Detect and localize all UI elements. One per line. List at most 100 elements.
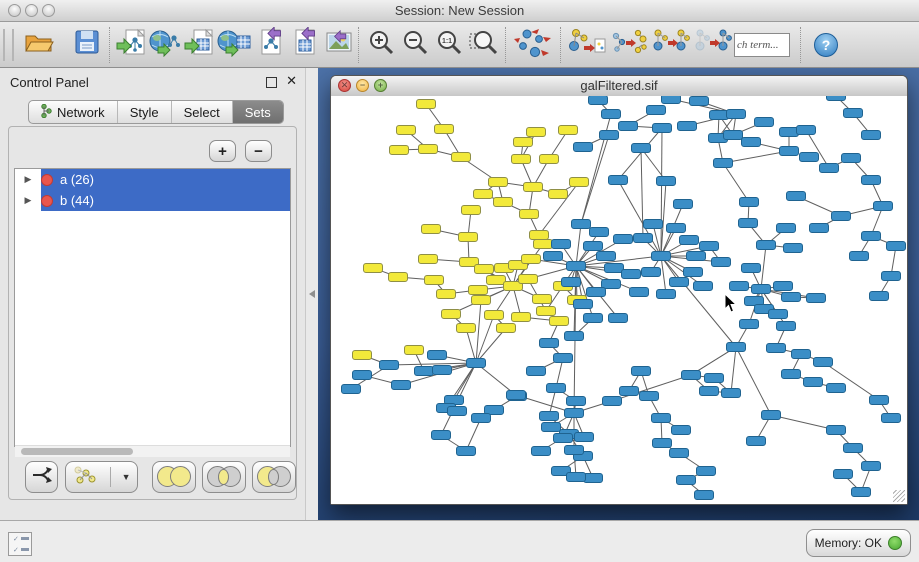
- graph-node[interactable]: [448, 407, 467, 416]
- graph-node[interactable]: [547, 384, 566, 393]
- graph-node[interactable]: [862, 462, 881, 471]
- toolbar-drag-handle[interactable]: [3, 29, 14, 61]
- graph-node[interactable]: [353, 351, 372, 360]
- difference-sets-button[interactable]: [252, 461, 296, 493]
- select-all-button[interactable]: [650, 27, 692, 63]
- graph-node[interactable]: [527, 128, 546, 137]
- graph-node[interactable]: [609, 314, 628, 323]
- graph-node[interactable]: [497, 324, 516, 333]
- sets-horizontal-scrollbar[interactable]: [15, 445, 290, 457]
- graph-node[interactable]: [667, 224, 686, 233]
- graph-node[interactable]: [437, 290, 456, 299]
- export-table-button[interactable]: [285, 27, 319, 63]
- add-set-button[interactable]: +: [209, 140, 236, 162]
- graph-node[interactable]: [712, 258, 731, 267]
- graph-node[interactable]: [572, 220, 591, 229]
- graph-node[interactable]: [755, 118, 774, 127]
- graph-node[interactable]: [389, 273, 408, 282]
- graph-node[interactable]: [567, 262, 586, 271]
- import-network-file-button[interactable]: [115, 27, 149, 63]
- graph-node[interactable]: [842, 154, 861, 163]
- network-view[interactable]: [331, 96, 907, 504]
- graph-node[interactable]: [742, 264, 761, 273]
- graph-node[interactable]: [415, 367, 434, 376]
- tab-network[interactable]: Network: [29, 101, 118, 123]
- close-panel-icon[interactable]: ✕: [286, 73, 297, 89]
- graph-node[interactable]: [727, 343, 746, 352]
- graph-edge[interactable]: [731, 347, 736, 393]
- graph-node[interactable]: [694, 282, 713, 291]
- graph-node[interactable]: [392, 381, 411, 390]
- graph-node[interactable]: [570, 178, 589, 187]
- graph-node[interactable]: [574, 143, 593, 152]
- graph-node[interactable]: [850, 252, 869, 261]
- graph-node[interactable]: [428, 351, 447, 360]
- graph-node[interactable]: [820, 164, 839, 173]
- graph-node[interactable]: [532, 447, 551, 456]
- graph-node[interactable]: [457, 447, 476, 456]
- graph-node[interactable]: [870, 292, 889, 301]
- graph-node[interactable]: [630, 288, 649, 297]
- graph-edge[interactable]: [723, 163, 749, 202]
- graph-node[interactable]: [844, 444, 863, 453]
- graph-node[interactable]: [678, 122, 697, 131]
- graph-node[interactable]: [780, 128, 799, 137]
- graph-node[interactable]: [769, 310, 788, 319]
- graph-node[interactable]: [670, 278, 689, 287]
- panel-splitter[interactable]: [305, 68, 318, 520]
- graph-node[interactable]: [622, 270, 641, 279]
- graph-node[interactable]: [562, 278, 581, 287]
- graph-node[interactable]: [652, 252, 671, 261]
- graph-node[interactable]: [487, 276, 506, 285]
- graph-node[interactable]: [342, 385, 361, 394]
- graph-node[interactable]: [852, 488, 871, 497]
- graph-node[interactable]: [777, 322, 796, 331]
- graph-node[interactable]: [722, 389, 741, 398]
- graph-node[interactable]: [554, 434, 573, 443]
- graph-node[interactable]: [742, 138, 761, 147]
- graph-node[interactable]: [419, 145, 438, 154]
- graph-node[interactable]: [575, 433, 594, 442]
- graph-node[interactable]: [752, 285, 771, 294]
- graph-node[interactable]: [767, 344, 786, 353]
- graph-node[interactable]: [559, 126, 578, 135]
- graph-node[interactable]: [417, 100, 436, 109]
- graph-node[interactable]: [540, 339, 559, 348]
- graph-node[interactable]: [364, 264, 383, 273]
- graph-edge[interactable]: [618, 128, 662, 180]
- graph-node[interactable]: [687, 252, 706, 261]
- graph-node[interactable]: [472, 414, 491, 423]
- graph-node[interactable]: [774, 282, 793, 291]
- float-panel-icon[interactable]: [266, 77, 277, 88]
- graph-node[interactable]: [634, 234, 653, 243]
- split-sets-button[interactable]: [25, 461, 58, 493]
- graph-edge[interactable]: [618, 180, 661, 256]
- graph-node[interactable]: [462, 206, 481, 215]
- network-frame[interactable]: ✕ − + galFiltered.sif: [330, 75, 908, 505]
- graph-node[interactable]: [777, 224, 796, 233]
- graph-node[interactable]: [730, 282, 749, 291]
- sets-list[interactable]: ▶a (26)▶b (44): [14, 168, 291, 447]
- import-table-file-button[interactable]: [183, 27, 217, 63]
- graph-node[interactable]: [544, 252, 563, 261]
- intersect-sets-button[interactable]: [202, 461, 246, 493]
- graph-node[interactable]: [762, 411, 781, 420]
- export-image-button[interactable]: [319, 27, 353, 63]
- graph-node[interactable]: [507, 391, 526, 400]
- graph-node[interactable]: [672, 426, 691, 435]
- graph-edge[interactable]: [476, 315, 494, 363]
- graph-node[interactable]: [425, 276, 444, 285]
- graph-node[interactable]: [844, 109, 863, 118]
- graph-node[interactable]: [419, 255, 438, 264]
- graph-node[interactable]: [600, 131, 619, 140]
- graph-node[interactable]: [494, 198, 513, 207]
- graph-node[interactable]: [614, 235, 633, 244]
- graph-node[interactable]: [554, 354, 573, 363]
- graph-node[interactable]: [475, 265, 494, 274]
- graph-node[interactable]: [534, 240, 553, 249]
- scrollbar-thumb[interactable]: [21, 448, 133, 455]
- memory-status-button[interactable]: Memory: OK: [806, 529, 911, 557]
- network-frame-titlebar[interactable]: ✕ − + galFiltered.sif: [331, 76, 907, 97]
- graph-node[interactable]: [457, 324, 476, 333]
- graph-node[interactable]: [590, 228, 609, 237]
